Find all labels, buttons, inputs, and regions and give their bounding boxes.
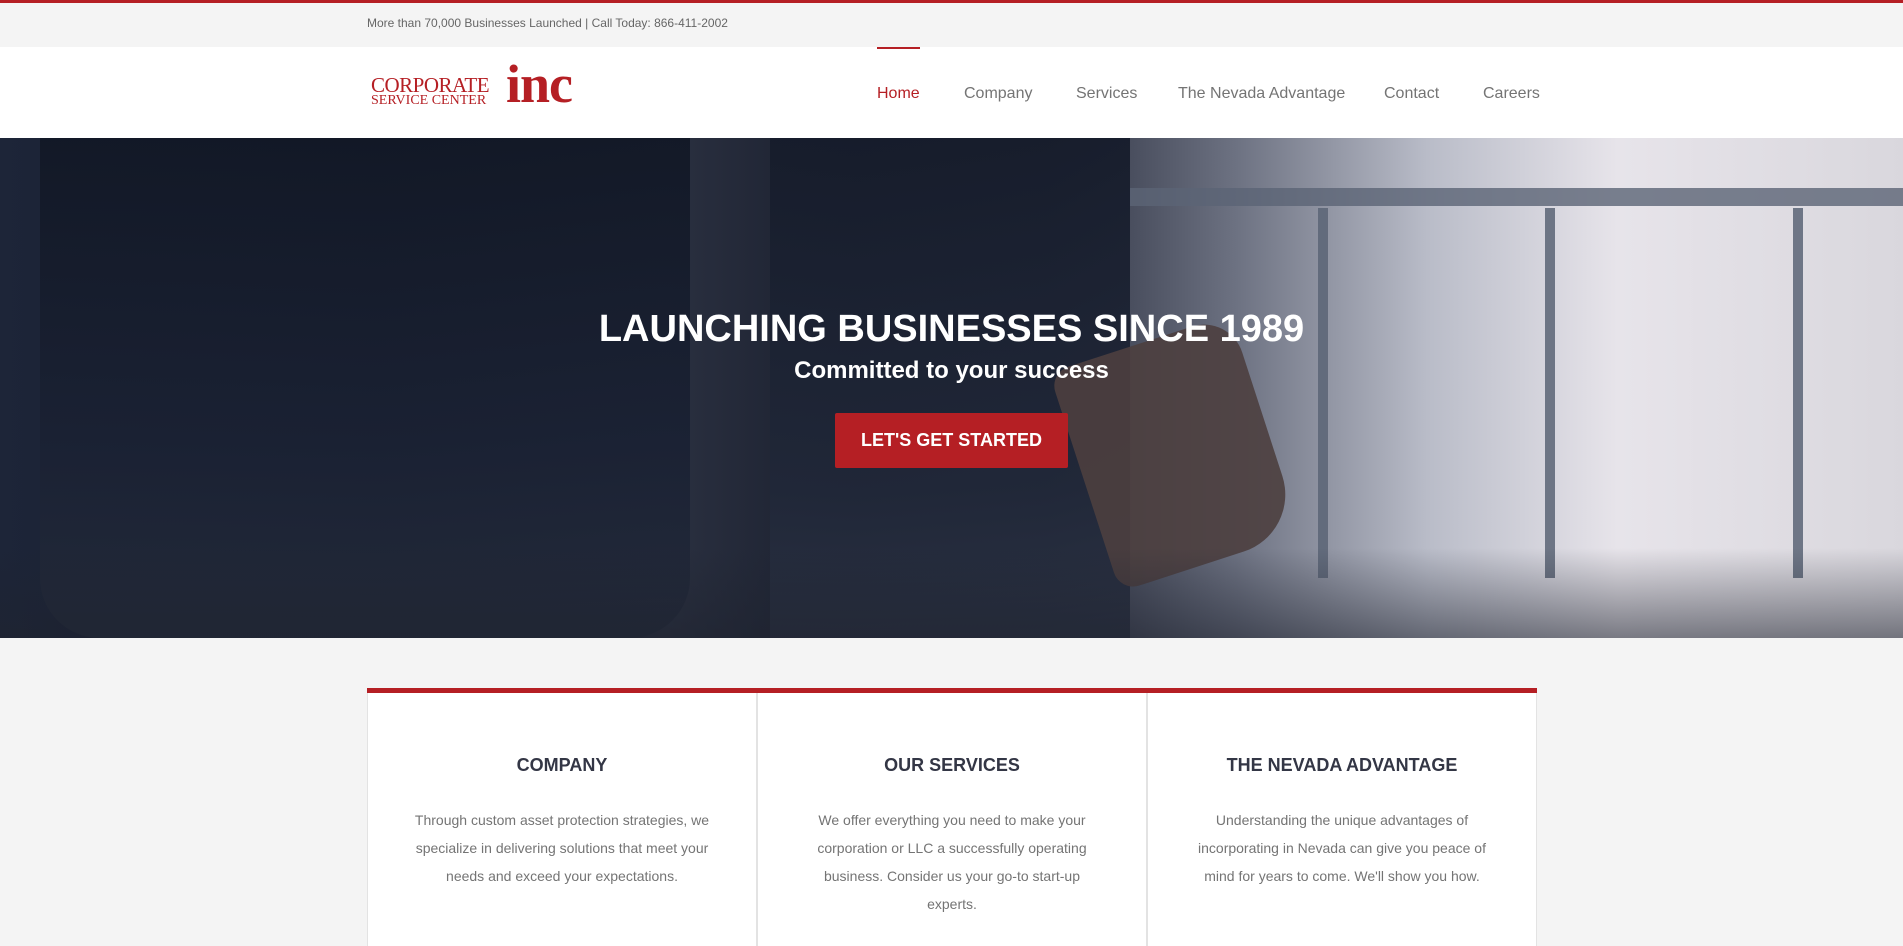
hero-floor bbox=[0, 548, 1903, 638]
top-bar-info: More than 70,000 Businesses Launched | C… bbox=[367, 16, 728, 30]
nav-item-nevada-advantage[interactable]: The Nevada Advantage bbox=[1178, 47, 1345, 138]
nav-item-contact[interactable]: Contact bbox=[1384, 47, 1439, 138]
nav-item-services[interactable]: Services bbox=[1076, 47, 1137, 138]
card-nevada-advantage[interactable]: THE NEVADA ADVANTAGE Understanding the u… bbox=[1147, 693, 1537, 946]
get-started-button[interactable]: LET'S GET STARTED bbox=[835, 413, 1068, 468]
card-title: THE NEVADA ADVANTAGE bbox=[1226, 755, 1458, 775]
top-bar: More than 70,000 Businesses Launched | C… bbox=[0, 0, 1903, 47]
nav-item-home[interactable]: Home bbox=[877, 47, 920, 138]
card-text: Understanding the unique advantages of i… bbox=[1198, 812, 1486, 884]
card-services[interactable]: OUR SERVICES We offer everything you nee… bbox=[757, 693, 1147, 946]
nav-item-company[interactable]: Company bbox=[964, 47, 1032, 138]
site-header: CORPORATE SERVICE CENTER inc Home Compan… bbox=[0, 47, 1903, 138]
hero-window-frame bbox=[1793, 208, 1803, 578]
hero-window-top bbox=[1130, 188, 1903, 206]
card-text: We offer everything you need to make you… bbox=[817, 812, 1087, 912]
hero-window-frame bbox=[1318, 208, 1328, 578]
page: More than 70,000 Businesses Launched | C… bbox=[0, 0, 1903, 946]
hero-title: LAUNCHING BUSINESSES SINCE 1989 bbox=[598, 308, 1305, 350]
feature-cards: COMPANY Through custom asset protection … bbox=[367, 688, 1537, 946]
card-company[interactable]: COMPANY Through custom asset protection … bbox=[367, 693, 757, 946]
main-nav: Home Company Services The Nevada Advanta… bbox=[0, 47, 1903, 138]
card-title: COMPANY bbox=[516, 755, 608, 775]
hero-banner: LAUNCHING BUSINESSES SINCE 1989 Committe… bbox=[0, 138, 1903, 638]
nav-item-careers[interactable]: Careers bbox=[1483, 47, 1540, 138]
hero-subtitle: Committed to your success bbox=[794, 357, 1109, 384]
card-text: Through custom asset protection strategi… bbox=[414, 812, 710, 884]
card-title: OUR SERVICES bbox=[884, 755, 1020, 775]
hero-window-frame bbox=[1545, 208, 1555, 578]
